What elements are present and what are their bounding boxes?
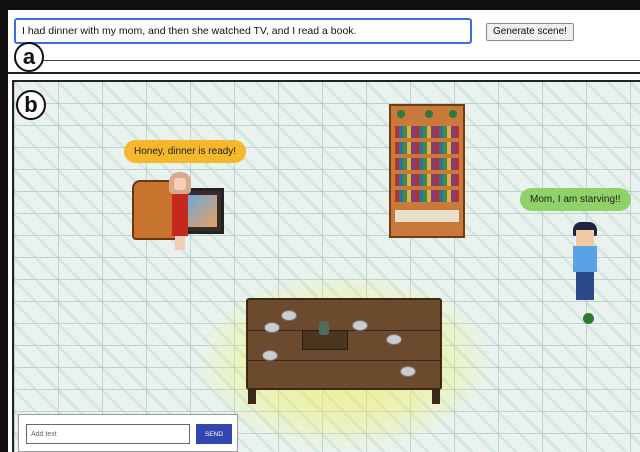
plate-icon — [281, 310, 297, 321]
top-frame-border — [0, 0, 640, 10]
panel-label-a: a — [14, 42, 44, 72]
generate-scene-button[interactable]: Generate scene! — [486, 23, 574, 41]
panel-divider — [14, 60, 640, 61]
player-position-dot — [583, 313, 594, 324]
bookshelf — [389, 104, 465, 238]
table-leg — [248, 388, 256, 404]
mom-dress — [172, 194, 188, 236]
centerpiece-vase — [302, 321, 348, 350]
left-frame-border — [0, 0, 8, 452]
mom-legs — [175, 236, 185, 250]
plant-pot-icon — [425, 110, 433, 118]
mom-speech-bubble: Honey, dinner is ready! — [124, 140, 247, 163]
scene-prompt-panel: Generate scene! — [8, 10, 640, 74]
plant-pot-icon — [397, 110, 405, 118]
panel-label-b: b — [16, 90, 46, 120]
plant-pot-icon — [449, 110, 457, 118]
plate-icon — [262, 350, 278, 361]
chat-text-input[interactable] — [26, 424, 190, 444]
scene-description-input[interactable] — [14, 18, 472, 44]
plate-icon — [264, 322, 280, 333]
book-row — [395, 190, 459, 202]
mom-face — [174, 178, 186, 190]
book-row — [395, 174, 459, 186]
plate-icon — [400, 366, 416, 377]
game-scene[interactable]: Honey, dinner is ready! Mom, I am starvi… — [12, 80, 640, 452]
send-button[interactable]: SEND — [196, 424, 232, 444]
plate-icon — [386, 334, 402, 345]
chat-box: SEND — [18, 414, 238, 452]
book-row — [395, 158, 459, 170]
book-row — [395, 126, 459, 138]
table-leg — [432, 388, 440, 404]
son-character[interactable] — [571, 222, 599, 308]
table-plank-line — [248, 360, 440, 361]
son-shirt — [573, 246, 597, 272]
plate-icon — [352, 320, 368, 331]
son-pants — [576, 272, 594, 300]
son-face — [576, 230, 594, 246]
son-speech-bubble: Mom, I am starving!! — [520, 188, 631, 211]
shelf-drawer — [395, 210, 459, 222]
mom-character[interactable] — [169, 172, 191, 252]
book-row — [395, 142, 459, 154]
